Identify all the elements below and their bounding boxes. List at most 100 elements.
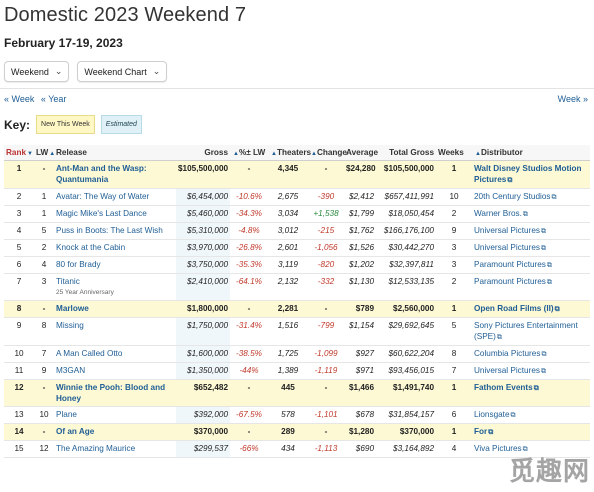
rank-cell: 13 xyxy=(4,406,34,424)
col-header-lw[interactable]: LW▲ xyxy=(34,145,55,161)
distributor-cell[interactable]: Universal Pictures⧉ xyxy=(472,362,590,380)
distributor-link[interactable]: Lionsgate xyxy=(474,410,510,419)
distributor-cell[interactable]: Fathom Events⧉ xyxy=(472,379,590,407)
release-link[interactable]: Knock at the Cabin xyxy=(56,242,174,253)
table-row[interactable]: 4 5 Puss in Boots: The Last Wish $5,310,000… xyxy=(4,222,590,240)
col-header-pct-lw[interactable]: ▲%± LW xyxy=(230,145,268,161)
release-link[interactable]: Marlowe xyxy=(56,303,174,314)
theaters-cell: 1,725 xyxy=(268,345,308,363)
distributor-link[interactable]: Walt Disney Studios Motion Pictures xyxy=(474,164,582,184)
distributor-cell[interactable]: Warner Bros.⧉ xyxy=(472,205,590,223)
release-link[interactable]: Ant-Man and the Wasp: Quantumania xyxy=(56,163,174,185)
table-row[interactable]: 1- Ant-Man and the Wasp: Quantumania $105,… xyxy=(4,160,590,189)
prev-year-link[interactable]: « Year xyxy=(41,94,67,104)
table-row[interactable]: 6 4 80 for Brady $3,750,000 -35.3% 3,119 -820 $… xyxy=(4,256,590,274)
pct-change-cell: -31.4% xyxy=(230,317,268,346)
table-row[interactable]: 11 9 M3GAN $1,350,000 -44% 1,389 -1,119 $971 $93… xyxy=(4,362,590,380)
release-link[interactable]: Missing xyxy=(56,320,174,331)
distributor-cell[interactable]: Paramount Pictures⧉ xyxy=(472,273,590,301)
release-cell[interactable]: 80 for Brady xyxy=(54,256,176,274)
col-header-change[interactable]: ▲Change xyxy=(308,145,347,161)
release-link[interactable]: A Man Called Otto xyxy=(56,348,174,359)
release-cell[interactable]: The Amazing Maurice xyxy=(54,440,176,458)
table-row[interactable]: 9 8 Missing $1,750,000 -31.4% 1,516 -799 $1,154… xyxy=(4,317,590,346)
release-link[interactable]: Of an Age xyxy=(56,426,174,437)
release-link[interactable]: Titanic xyxy=(56,276,174,287)
distributor-link[interactable]: Warner Bros. xyxy=(474,209,522,218)
release-cell[interactable]: A Man Called Otto xyxy=(54,345,176,363)
col-header-gross[interactable]: Gross xyxy=(176,145,230,161)
distributor-cell[interactable]: For⧉ xyxy=(472,423,590,441)
gross-cell: $105,500,000 xyxy=(176,160,230,189)
distributor-link[interactable]: Columbia Pictures xyxy=(474,349,540,358)
release-cell[interactable]: M3GAN xyxy=(54,362,176,380)
chart-type-dropdown[interactable]: Weekend Chart ⌄ xyxy=(77,61,168,82)
table-row[interactable]: 10 7 A Man Called Otto $1,600,000 -38.5% 1,72… xyxy=(4,345,590,363)
distributor-link[interactable]: Universal Pictures xyxy=(474,243,540,252)
release-link[interactable]: Plane xyxy=(56,409,174,420)
release-link[interactable]: Puss in Boots: The Last Wish xyxy=(56,225,174,236)
release-cell[interactable]: Puss in Boots: The Last Wish xyxy=(54,222,176,240)
average-cell: $690 xyxy=(344,440,376,458)
release-link[interactable]: The Amazing Maurice xyxy=(56,443,174,454)
distributor-link[interactable]: 20th Century Studios xyxy=(474,192,550,201)
release-cell[interactable]: Magic Mike's Last Dance xyxy=(54,205,176,223)
table-row[interactable]: 5 2 Knock at the Cabin $3,970,000 -26.8% 2,60… xyxy=(4,239,590,257)
col-header-average[interactable]: Average xyxy=(344,145,378,161)
new-this-week-badge: New This Week xyxy=(36,115,95,134)
distributor-cell[interactable]: Open Road Films (II)⧉ xyxy=(472,300,590,318)
release-link[interactable]: Magic Mike's Last Dance xyxy=(56,208,174,219)
release-cell[interactable]: Missing xyxy=(54,317,176,346)
distributor-cell[interactable]: Lionsgate⧉ xyxy=(472,406,590,424)
rank-cell: 10 xyxy=(4,345,34,363)
pct-change-cell: - xyxy=(230,423,268,441)
col-header-distributor[interactable]: ▲Distributor xyxy=(472,145,590,161)
distributor-link[interactable]: Open Road Films (II) xyxy=(474,304,554,313)
release-cell[interactable]: Knock at the Cabin xyxy=(54,239,176,257)
distributor-link[interactable]: Paramount Pictures xyxy=(474,260,546,269)
release-cell[interactable]: Plane xyxy=(54,406,176,424)
table-row[interactable]: 15 12 The Amazing Maurice $299,537 -66% 434 -1… xyxy=(4,440,590,458)
prev-week-link[interactable]: « Week xyxy=(4,94,34,104)
col-header-total-gross[interactable]: Total Gross xyxy=(376,145,436,161)
col-header-weeks[interactable]: Weeks xyxy=(436,145,472,161)
release-cell[interactable]: Avatar: The Way of Water xyxy=(54,188,176,206)
distributor-cell[interactable]: Universal Pictures⧉ xyxy=(472,239,590,257)
release-cell[interactable]: Of an Age xyxy=(54,423,176,441)
col-header-theaters[interactable]: ▲Theaters xyxy=(268,145,311,161)
distributor-cell[interactable]: Sony Pictures Entertainment (SPE)⧉ xyxy=(472,317,590,346)
table-row[interactable]: 2 1 Avatar: The Way of Water $6,454,000 -10.… xyxy=(4,188,590,206)
distributor-cell[interactable]: Paramount Pictures⧉ xyxy=(472,256,590,274)
release-link[interactable]: Avatar: The Way of Water xyxy=(56,191,174,202)
release-link[interactable]: Winnie the Pooh: Blood and Honey xyxy=(56,382,174,404)
release-link[interactable]: M3GAN xyxy=(56,365,174,376)
weeks-cell: 1 xyxy=(436,379,472,407)
release-cell[interactable]: Winnie the Pooh: Blood and Honey xyxy=(54,379,176,407)
distributor-link[interactable]: Universal Pictures xyxy=(474,366,540,375)
release-cell[interactable]: Marlowe xyxy=(54,300,176,318)
col-header-release[interactable]: Release xyxy=(54,145,176,161)
table-row[interactable]: 13 10 Plane $392,000 -67.5% 578 -1,101 $678 $31,… xyxy=(4,406,590,424)
distributor-cell[interactable]: Walt Disney Studios Motion Pictures⧉ xyxy=(472,160,590,189)
table-row[interactable]: 3 1 Magic Mike's Last Dance $5,460,000 -34.3… xyxy=(4,205,590,223)
distributor-link[interactable]: Paramount Pictures xyxy=(474,277,546,286)
next-week-link[interactable]: Week » xyxy=(558,94,588,104)
external-link-icon: ⧉ xyxy=(488,429,494,436)
release-link[interactable]: 80 for Brady xyxy=(56,259,174,270)
col-header-rank[interactable]: Rank▼ xyxy=(4,145,34,161)
table-row[interactable]: 8- Marlowe $1,800,000-2,281- $789 $2,560,000… xyxy=(4,300,590,318)
distributor-link[interactable]: Sony Pictures Entertainment (SPE) xyxy=(474,321,578,341)
total-gross-cell: $1,491,740 xyxy=(376,379,436,407)
release-cell[interactable]: Titanic 25 Year Anniversary xyxy=(54,273,176,301)
distributor-link[interactable]: Universal Pictures xyxy=(474,226,540,235)
table-row[interactable]: 7 3 Titanic 25 Year Anniversary $2,410,000 -6… xyxy=(4,273,590,301)
release-cell[interactable]: Ant-Man and the Wasp: Quantumania xyxy=(54,160,176,189)
distributor-link[interactable]: For xyxy=(474,427,487,436)
distributor-cell[interactable]: 20th Century Studios⧉ xyxy=(472,188,590,206)
distributor-cell[interactable]: Columbia Pictures⧉ xyxy=(472,345,590,363)
distributor-cell[interactable]: Universal Pictures⧉ xyxy=(472,222,590,240)
table-row[interactable]: 12- Winnie the Pooh: Blood and Honey $652,… xyxy=(4,379,590,407)
weekend-dropdown[interactable]: Weekend ⌄ xyxy=(4,61,70,82)
distributor-link[interactable]: Fathom Events xyxy=(474,383,533,392)
table-row[interactable]: 14- Of an Age $370,000-289- $1,280 $370,000 1… xyxy=(4,423,590,441)
